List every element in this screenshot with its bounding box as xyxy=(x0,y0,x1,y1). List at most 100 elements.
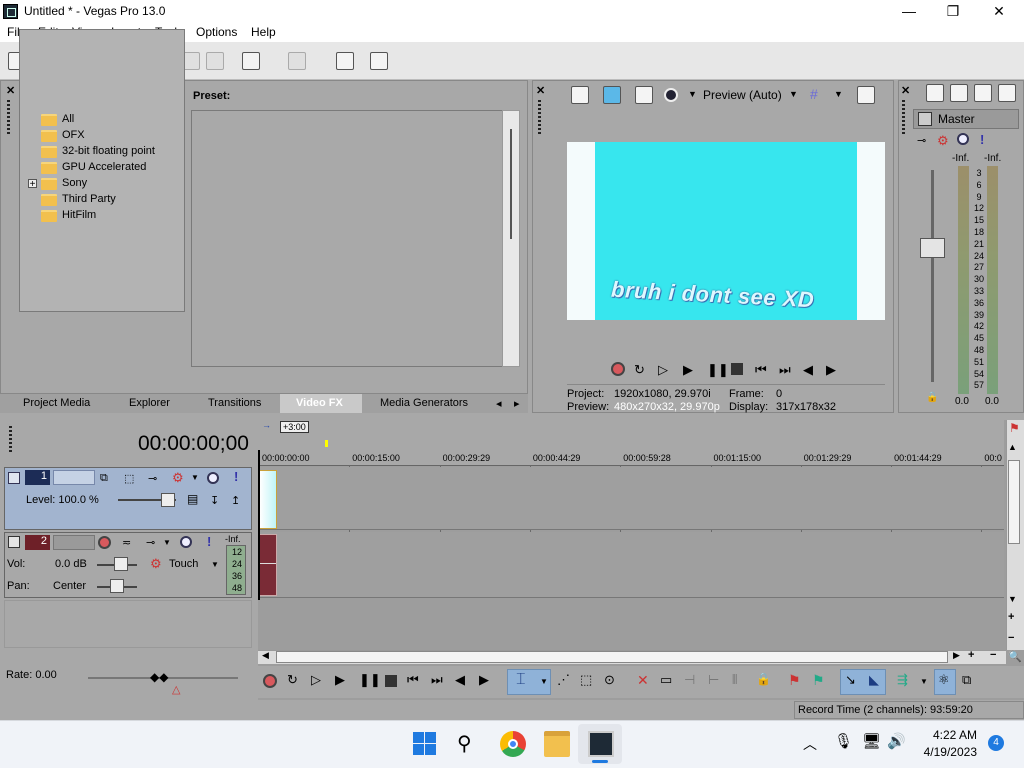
previous-frame-icon[interactable]: ◀ xyxy=(803,362,817,377)
zoom-tool-timeline-icon[interactable]: ⊙ xyxy=(604,672,615,688)
enable-snapping-icon[interactable] xyxy=(336,52,354,70)
copy-snapshot-icon[interactable] xyxy=(857,86,875,104)
scroll-right-icon[interactable]: ▶ xyxy=(953,650,960,661)
insert-marker-icon[interactable]: ⚑ xyxy=(788,672,801,689)
split-icon[interactable]: ⫴ xyxy=(732,672,737,688)
notification-badge[interactable]: 4 xyxy=(988,735,1004,751)
tray-chevron-icon[interactable]: ︿ xyxy=(803,734,817,754)
play-icon[interactable]: ▶ xyxy=(683,362,697,377)
scroll-left-icon[interactable]: ◀ xyxy=(262,650,269,661)
track2-mute-icon[interactable] xyxy=(180,536,192,548)
auto-ripple-icon[interactable]: ⇶ xyxy=(897,672,908,688)
track1-composite-mode-icon[interactable]: ▤ xyxy=(187,492,198,506)
zoom-tool-icon[interactable]: 🔍 xyxy=(1008,650,1022,663)
timeline-go-start-icon[interactable]: ⏮ xyxy=(407,672,419,688)
tab-transitions[interactable]: Transitions xyxy=(208,397,261,409)
pane-close-icon[interactable]: ✕ xyxy=(6,84,15,97)
redo-icon[interactable] xyxy=(288,52,306,70)
preview-quality-dropdown[interactable]: Preview (Auto) xyxy=(703,88,782,102)
microphone-icon[interactable]: 🎙 xyxy=(834,732,853,750)
lock-event-icon[interactable]: 🔒 xyxy=(756,672,771,686)
network-icon[interactable]: 🖥 xyxy=(862,732,881,750)
track1-motion-icon[interactable]: ⧉ xyxy=(100,472,108,485)
master-properties-icon[interactable] xyxy=(918,112,932,126)
audio-event-clip[interactable] xyxy=(259,534,277,596)
tab-explorer[interactable]: Explorer xyxy=(129,397,170,409)
clock-date[interactable]: 4/19/2023 xyxy=(918,745,977,759)
video-event-clip[interactable] xyxy=(259,470,277,529)
tab-scroll-right-icon[interactable]: ▸ xyxy=(514,397,520,410)
track1-fx-dropdown-icon[interactable]: ▼ xyxy=(191,473,199,482)
track2-name-field[interactable] xyxy=(53,535,95,550)
master-mute-icon[interactable] xyxy=(957,133,969,145)
mixer-meter-icon[interactable] xyxy=(998,84,1016,102)
master-solo-icon[interactable]: ! xyxy=(980,132,984,147)
scroll-up-icon[interactable]: ▲ xyxy=(1008,442,1017,452)
preview-close-icon[interactable]: ✕ xyxy=(536,84,545,97)
track2-mode-dropdown-icon[interactable]: ▼ xyxy=(211,560,219,569)
timeline-play-start-icon[interactable]: ▷ xyxy=(311,672,321,688)
track2-volume-thumb[interactable] xyxy=(114,557,128,571)
go-to-start-icon[interactable]: ⏮ xyxy=(755,362,769,377)
track1-level-thumb[interactable] xyxy=(161,493,175,507)
track1-name-field[interactable] xyxy=(53,470,95,485)
play-from-start-icon[interactable]: ▷ xyxy=(658,362,672,377)
selection-tool-icon[interactable]: ⬚ xyxy=(580,672,592,688)
stop-icon[interactable] xyxy=(731,363,743,375)
timeline-marker-flag-icon[interactable]: ⚑ xyxy=(1009,421,1020,435)
timeline-loop-icon[interactable]: ↻ xyxy=(287,672,298,688)
timeline-next-frame-icon[interactable]: ▶ xyxy=(479,672,489,688)
video-track-lane[interactable] xyxy=(258,467,1004,530)
edit-tool-dropdown-icon[interactable]: ▼ xyxy=(540,677,548,686)
insert-region-icon[interactable]: ⚑ xyxy=(812,672,825,689)
track2-solo-icon[interactable]: ! xyxy=(207,534,211,549)
track1-solo-icon[interactable]: ! xyxy=(234,469,238,484)
mixer-insert-bus-icon[interactable] xyxy=(926,84,944,102)
undo-icon[interactable] xyxy=(242,52,260,70)
horizontal-scroll-thumb[interactable] xyxy=(276,651,948,663)
minimize-button[interactable]: — xyxy=(886,0,932,23)
split-screen-icon[interactable] xyxy=(635,86,653,104)
delete-icon[interactable]: ✕ xyxy=(637,672,649,689)
auto-ripple-dropdown-icon[interactable]: ▼ xyxy=(920,677,928,686)
close-button[interactable]: ✕ xyxy=(976,0,1022,23)
timeline-go-end-icon[interactable]: ⏭ xyxy=(431,672,443,688)
search-icon[interactable]: ⚲ xyxy=(457,731,483,757)
playhead-cursor[interactable] xyxy=(258,450,260,600)
track2-collapse-icon[interactable] xyxy=(8,536,20,548)
master-fx-gear-icon[interactable]: ⚙ xyxy=(937,133,949,149)
menu-help[interactable]: Help xyxy=(251,25,276,39)
trim-icon[interactable]: ▭ xyxy=(660,672,672,688)
paste-icon[interactable] xyxy=(206,52,224,70)
zoom-in-horizontal-icon[interactable]: + xyxy=(968,649,974,661)
track1-collapse-icon[interactable] xyxy=(8,472,20,484)
auto-crossfade-icon[interactable]: ↘ xyxy=(845,672,856,688)
volume-icon[interactable]: 🔊 xyxy=(887,732,906,750)
maximize-button[interactable]: ❐ xyxy=(930,0,976,23)
timeline-record-icon[interactable] xyxy=(263,674,277,688)
clock-time[interactable]: 4:22 AM xyxy=(920,728,977,742)
trim-end-icon[interactable]: ⊢ xyxy=(708,672,719,688)
next-frame-icon[interactable]: ▶ xyxy=(826,362,840,377)
ignore-grouping-icon[interactable]: ⧉ xyxy=(962,672,971,688)
overlays-icon[interactable] xyxy=(664,88,678,102)
fader-lock-icon[interactable]: 🔒 xyxy=(926,392,938,403)
whats-this-help-icon[interactable] xyxy=(370,52,388,70)
tab-video-fx[interactable]: Video FX xyxy=(296,397,343,409)
go-to-end-icon[interactable]: ⏭ xyxy=(779,362,793,377)
master-fader-handle[interactable] xyxy=(920,238,945,258)
zoom-out-vertical-icon[interactable]: − xyxy=(1008,632,1014,644)
mixer-close-icon[interactable]: ✕ xyxy=(901,84,910,97)
menu-options[interactable]: Options xyxy=(196,25,237,39)
track2-pan-thumb[interactable] xyxy=(110,579,124,593)
zoom-in-vertical-icon[interactable]: + xyxy=(1008,611,1014,623)
envelope-tool-icon[interactable]: ⋰ xyxy=(557,672,570,688)
tab-scroll-left-icon[interactable]: ◂ xyxy=(496,397,502,410)
overlays-dropdown-icon[interactable]: ▼ xyxy=(688,89,697,99)
track1-fx-gear-icon[interactable]: ⚙ xyxy=(172,470,184,486)
preview-quality-chevron-icon[interactable]: ▼ xyxy=(789,89,798,99)
tree-expand-icon[interactable]: + xyxy=(28,179,37,190)
tab-project-media[interactable]: Project Media xyxy=(23,397,90,409)
track2-fx-dropdown-icon[interactable]: ▼ xyxy=(163,538,171,547)
timeline-prev-frame-icon[interactable]: ◀ xyxy=(455,672,465,688)
